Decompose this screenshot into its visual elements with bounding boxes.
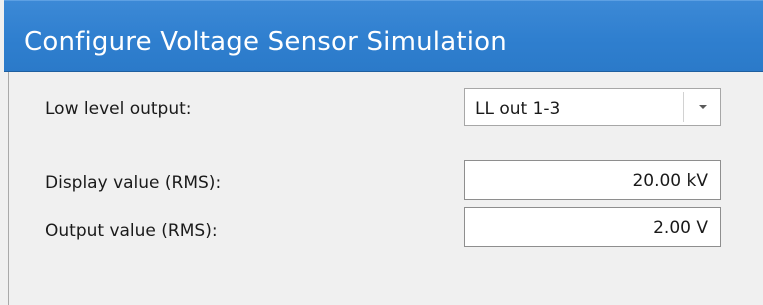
display-value-label: Display value (RMS): <box>45 173 222 193</box>
chevron-down-icon[interactable] <box>685 89 720 125</box>
low-level-output-label: Low level output: <box>45 99 192 119</box>
combo-divider <box>683 92 684 122</box>
dialog-title-bar: Configure Voltage Sensor Simulation <box>4 0 763 72</box>
low-level-output-selected-value: LL out 1-3 <box>475 99 561 119</box>
low-level-output-select[interactable]: LL out 1-3 <box>464 88 721 126</box>
dialog-content: Low level output: LL out 1-3 Display val… <box>8 72 763 305</box>
output-value-text: 2.00 V <box>653 218 708 238</box>
display-value-text: 20.00 kV <box>632 171 708 191</box>
output-value-field[interactable]: 2.00 V <box>464 207 721 247</box>
display-value-field[interactable]: 20.00 kV <box>464 160 721 200</box>
dialog-title: Configure Voltage Sensor Simulation <box>24 27 507 57</box>
output-value-label: Output value (RMS): <box>45 221 218 241</box>
voltage-sensor-dialog: Configure Voltage Sensor Simulation Low … <box>0 0 763 305</box>
